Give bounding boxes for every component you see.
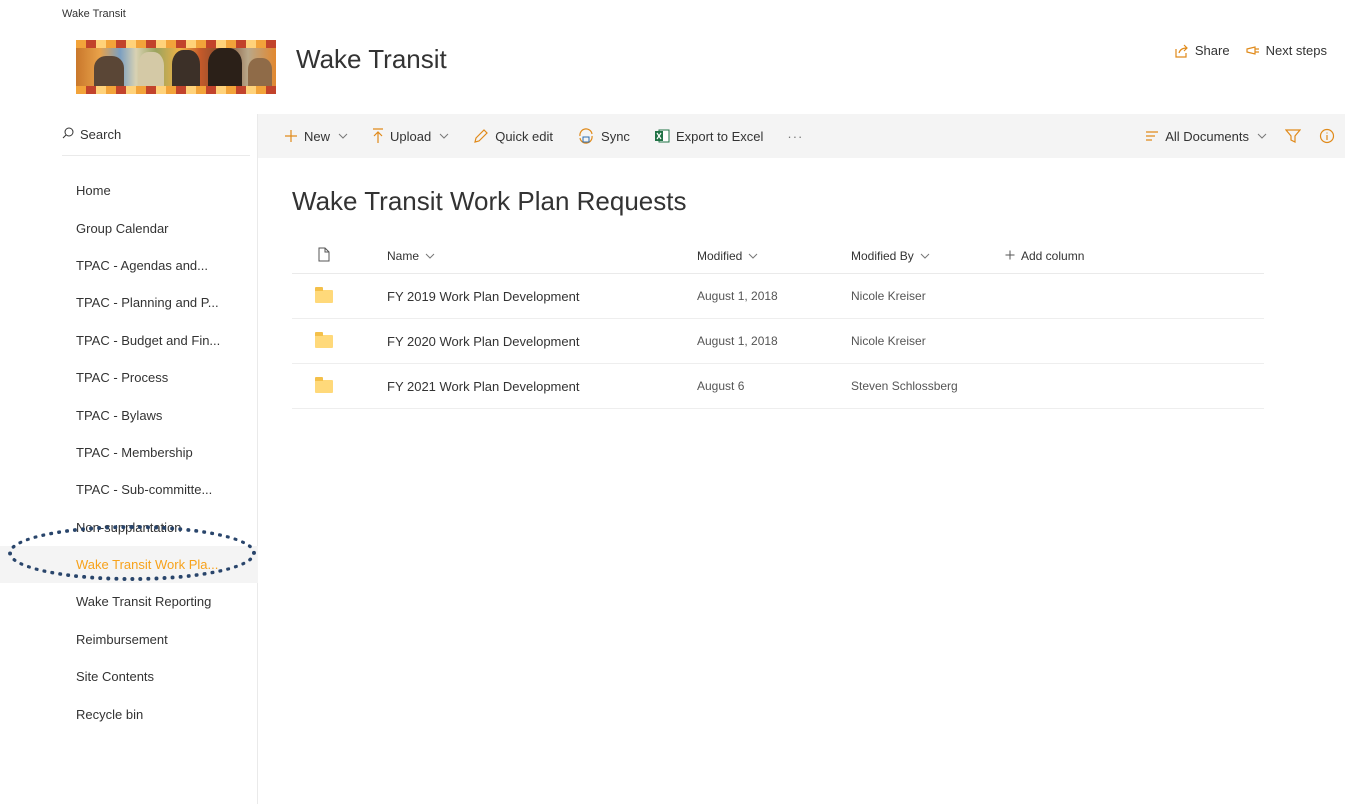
new-button[interactable]: New [284,129,348,144]
chevron-down-icon [1257,131,1267,142]
nav-item-tpac-budget[interactable]: TPAC - Budget and Fin... [0,322,258,359]
logo-figure [138,52,164,86]
sync-button[interactable]: Sync [577,128,630,144]
nav-item-wake-transit-work-plan[interactable]: Wake Transit Work Pla... [0,545,258,584]
row-modified-by[interactable]: Nicole Kreiser [851,289,1005,303]
nav-item-group-calendar[interactable]: Group Calendar [0,209,258,246]
info-icon[interactable] [1319,128,1335,144]
row-modified: August 6 [697,379,745,393]
column-header-modified[interactable]: Modified [697,249,851,263]
column-header-modified-by[interactable]: Modified By [851,249,1005,263]
nav-item-home[interactable]: Home [0,172,258,209]
filter-icon[interactable] [1285,128,1301,144]
new-label: New [304,128,331,144]
table-row[interactable]: FY 2020 Work Plan Development August 1, … [292,319,1264,364]
upload-arrow-icon [372,128,384,144]
command-bar: New Upload Quick edit Sync Export to Exc… [258,114,1345,158]
chevron-down-icon [920,251,930,261]
chevron-down-icon [748,251,758,261]
chevron-down-icon [425,251,435,261]
command-bar-right: All Documents [1145,128,1335,144]
list-header: Name Modified Modified By Add column [292,238,1264,274]
logo-figure [94,56,124,86]
site-logo[interactable] [76,40,276,94]
column-header-name-label: Name [387,248,420,263]
search-box[interactable]: Search [62,114,250,156]
chevron-down-icon [439,131,449,142]
column-header-modified-label: Modified [697,248,743,263]
share-button[interactable]: Share [1175,43,1230,58]
nav-item-site-contents[interactable]: Site Contents [0,658,258,695]
row-modified-by[interactable]: Nicole Kreiser [851,334,1005,348]
folder-icon [315,376,333,393]
upload-button[interactable]: Upload [372,128,449,144]
nav-item-reimbursement[interactable]: Reimbursement [0,621,258,658]
folder-icon [315,286,333,303]
row-modified: August 1, 2018 [697,334,778,348]
nav-item-tpac-subcommittee[interactable]: TPAC - Sub-committe... [0,471,258,508]
nav-item-wake-transit-reporting[interactable]: Wake Transit Reporting [0,583,258,620]
pencil-icon [473,128,489,144]
export-label: Export to Excel [675,128,764,144]
more-label: ··· [787,128,804,144]
export-to-excel-button[interactable]: Export to Excel [654,128,763,144]
left-nav: Search Home Group Calendar TPAC - Agenda… [0,114,258,804]
row-icon-cell [292,331,346,348]
top-actions: Share Next steps [1175,43,1327,58]
nav-item-tpac-bylaws[interactable]: TPAC - Bylaws [0,396,258,433]
view-lines-icon [1145,130,1159,142]
row-icon-cell [292,376,346,393]
table-row[interactable]: FY 2019 Work Plan Development August 1, … [292,274,1264,319]
quick-edit-label: Quick edit [495,128,554,144]
nav-item-recycle-bin[interactable]: Recycle bin [0,695,258,732]
row-modified: August 1, 2018 [697,289,778,303]
add-column-button[interactable]: Add column [1005,249,1185,263]
row-name-link[interactable]: FY 2021 Work Plan Development [346,379,697,394]
nav-item-tpac-agendas[interactable]: TPAC - Agendas and... [0,247,258,284]
table-row[interactable]: FY 2021 Work Plan Development August 6 S… [292,364,1264,409]
more-commands-button[interactable]: ··· [787,129,803,144]
view-label: All Documents [1165,128,1249,144]
column-header-name[interactable]: Name [346,249,697,263]
chevron-down-icon [338,131,348,142]
site-breadcrumb[interactable]: Wake Transit [62,8,126,20]
next-steps-button[interactable]: Next steps [1245,43,1327,58]
document-list: Name Modified Modified By Add column FY … [292,238,1264,409]
nav-item-non-supplantation[interactable]: Non-supplantation [0,509,258,546]
site-title[interactable]: Wake Transit [296,44,447,75]
logo-figure [172,50,200,86]
logo-figure [208,48,242,86]
share-icon [1175,44,1189,58]
logo-top-band [76,40,276,48]
nav-item-tpac-planning[interactable]: TPAC - Planning and P... [0,284,258,321]
nav-item-tpac-membership[interactable]: TPAC - Membership [0,434,258,471]
quick-edit-button[interactable]: Quick edit [473,128,553,144]
nav-item-tpac-process[interactable]: TPAC - Process [0,359,258,396]
plus-icon [284,129,298,143]
logo-figure [248,58,272,86]
search-icon [62,127,74,142]
plus-icon [1005,249,1015,263]
share-label: Share [1194,43,1230,58]
column-header-modified-by-label: Modified By [851,248,914,263]
next-steps-icon [1245,44,1260,58]
logo-bottom-band [76,86,276,94]
sync-icon [577,128,595,144]
upload-label: Upload [390,128,432,144]
add-column-label: Add column [1021,248,1085,263]
row-name-link[interactable]: FY 2019 Work Plan Development [346,289,697,304]
next-steps-label: Next steps [1265,43,1327,58]
row-icon-cell [292,286,346,303]
nav-list: Home Group Calendar TPAC - Agendas and..… [0,172,258,733]
folder-icon [315,331,333,348]
document-icon [318,247,330,265]
excel-icon [654,128,670,144]
row-name-link[interactable]: FY 2020 Work Plan Development [346,334,697,349]
file-type-header[interactable] [292,247,346,265]
sync-label: Sync [601,128,630,144]
row-modified-by[interactable]: Steven Schlossberg [851,379,1005,393]
search-input[interactable]: Search [80,127,121,142]
page-title: Wake Transit Work Plan Requests [292,186,687,216]
view-switcher-button[interactable]: All Documents [1145,129,1267,144]
